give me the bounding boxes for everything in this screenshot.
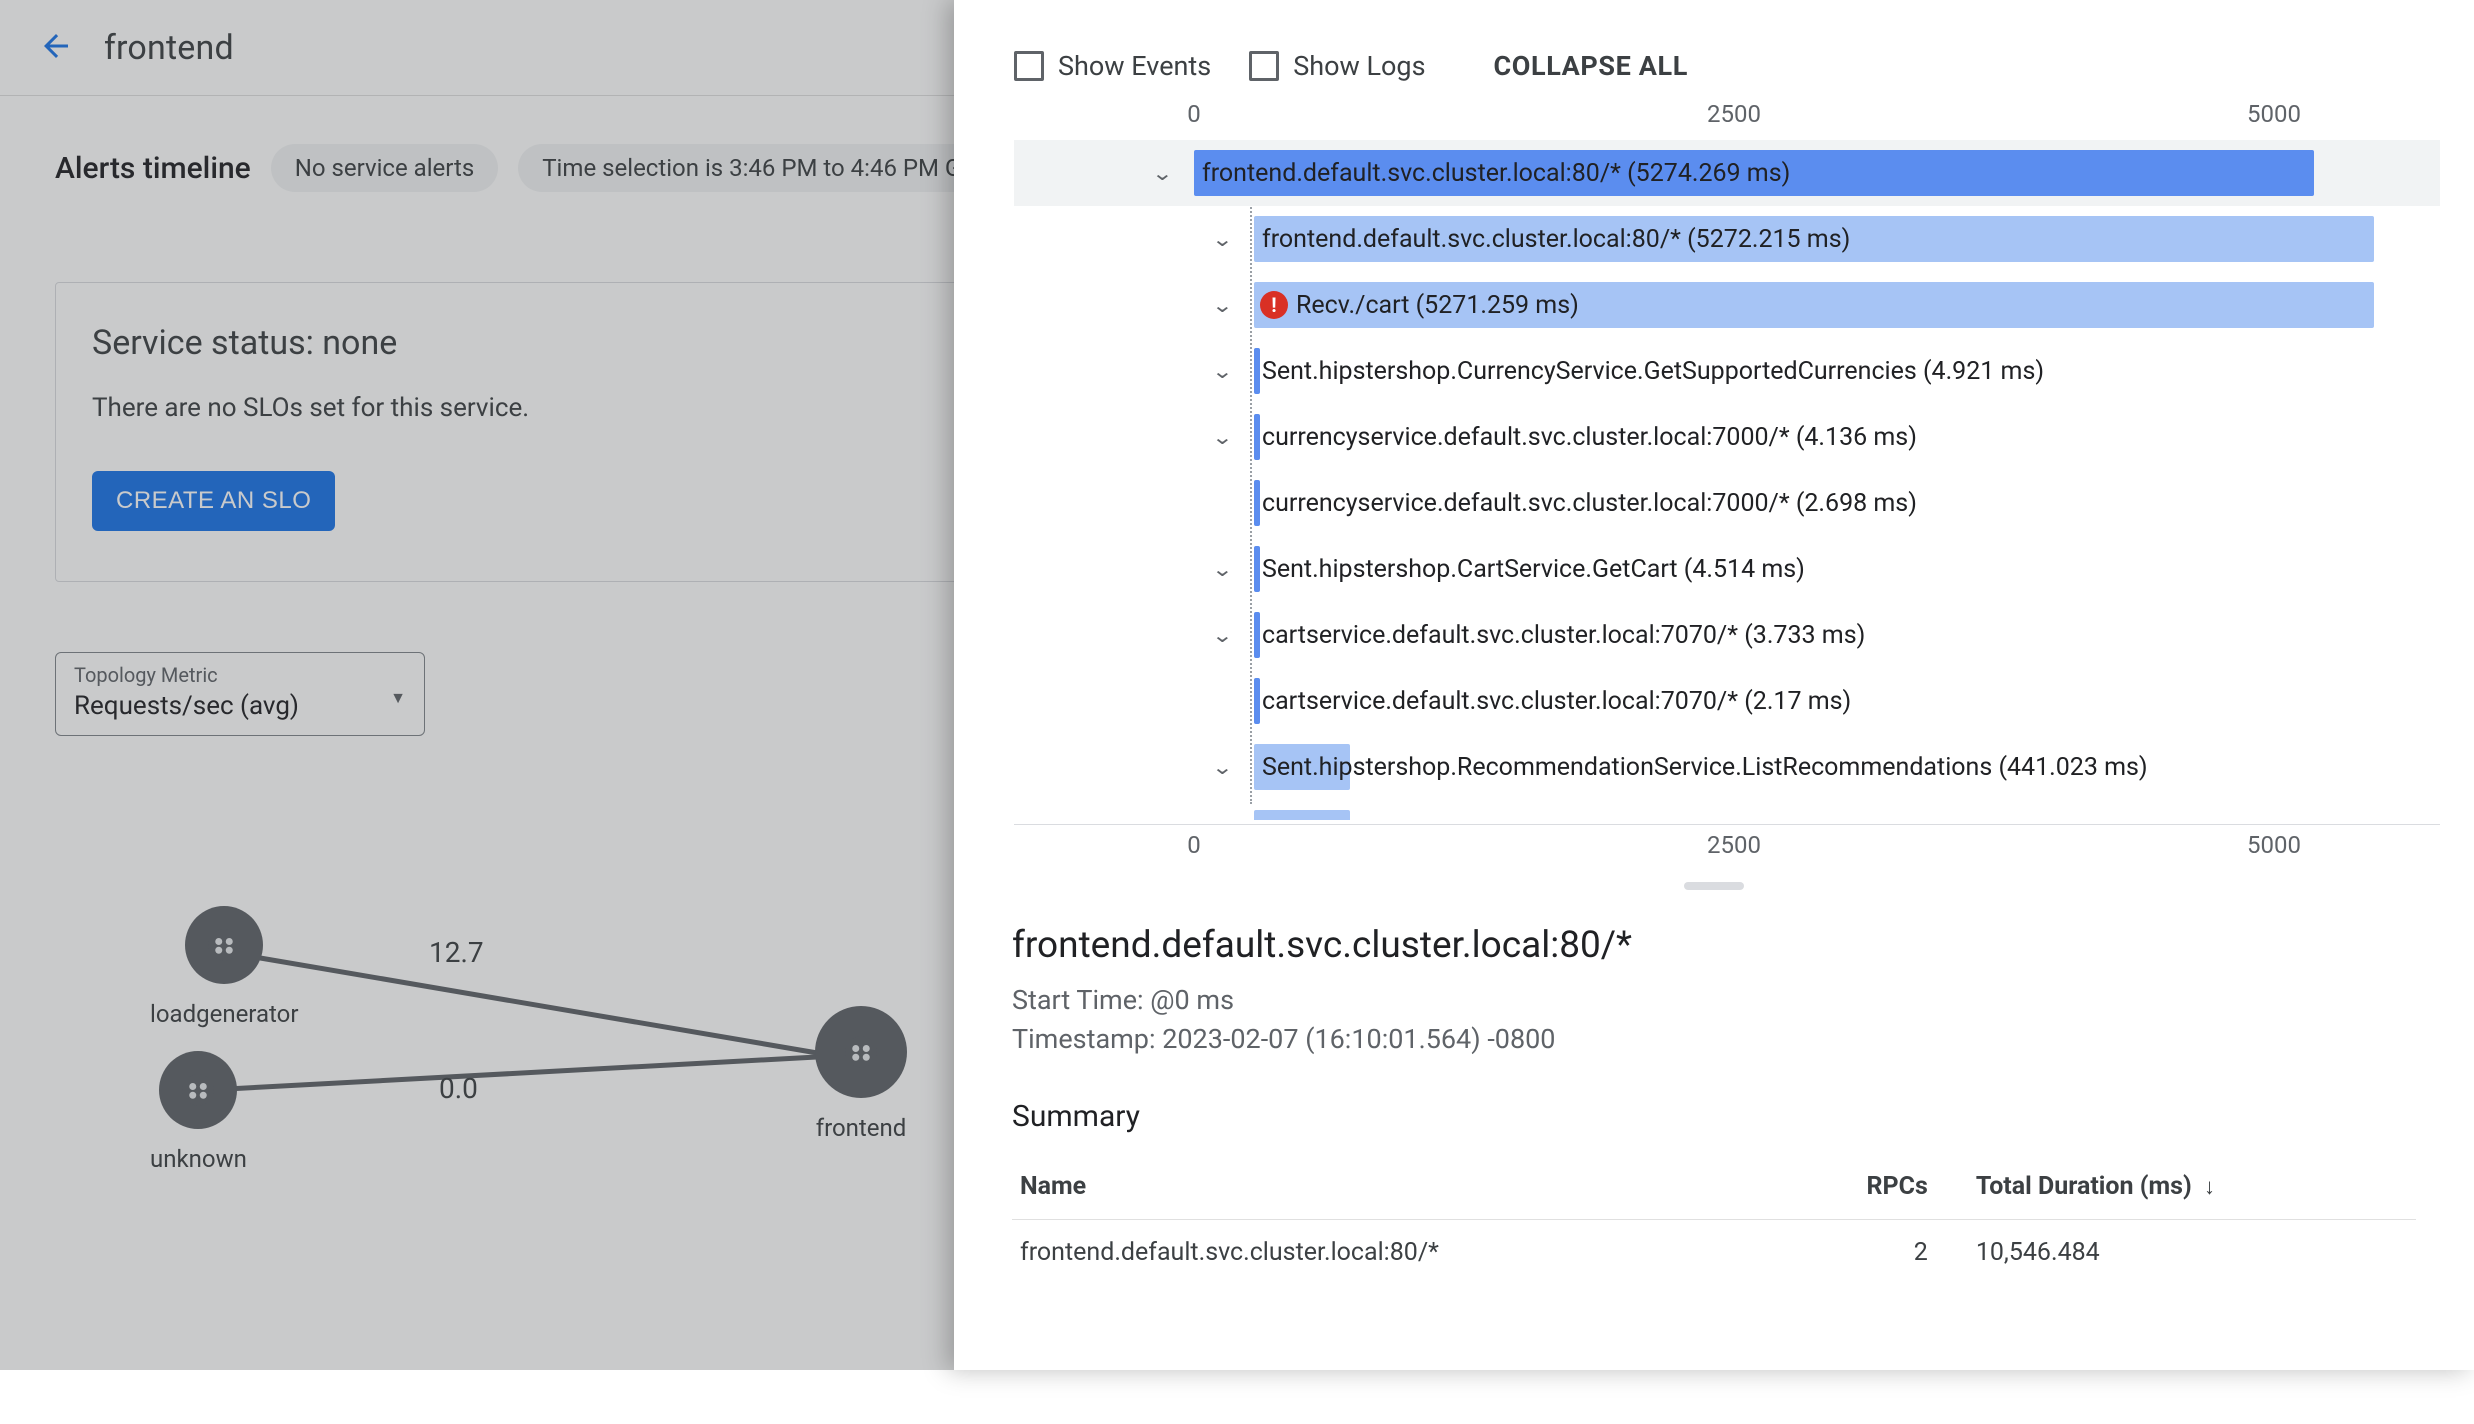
table-header-row: Name RPCs Total Duration (ms) ↓ <box>1012 1154 2416 1220</box>
show-events-checkbox[interactable]: Show Events <box>1014 50 1211 82</box>
waterfall-bottom-axis: 0 2500 5000 <box>1014 824 2440 858</box>
show-logs-label: Show Logs <box>1293 50 1425 82</box>
span-label: cartservice.default.svc.cluster.local:70… <box>1262 621 1865 650</box>
error-icon: ! <box>1260 291 1288 319</box>
span-label: frontend.default.svc.cluster.local:80/* … <box>1262 225 1850 254</box>
span-row[interactable]: ⌄ cartservice.default.svc.cluster.local:7… <box>1074 602 2440 668</box>
col-rpcs[interactable]: RPCs <box>1776 1154 1968 1220</box>
span-row[interactable]: ⌄ frontend.default.svc.cluster.local:80/*… <box>1074 206 2440 272</box>
waterfall-top-axis: 0 2500 5000 <box>1014 100 2440 134</box>
span-bar <box>1254 678 1260 724</box>
cell-rpcs: 2 <box>1776 1220 1968 1286</box>
span-bar <box>1254 546 1260 592</box>
span-row[interactable]: cartservice.default.svc.cluster.local:70… <box>1074 668 2440 734</box>
collapse-all-button[interactable]: COLLAPSE ALL <box>1494 50 1688 82</box>
trace-waterfall[interactable]: ⌄ frontend.default.svc.cluster.local:80/*… <box>1014 140 2440 820</box>
span-label: frontend.default.svc.cluster.local:80/* … <box>1202 159 1790 188</box>
span-start-time: Start Time: @0 ms <box>1012 981 2416 1020</box>
span-label: Sent.hipstershop.RecommendationService.L… <box>1262 753 2148 782</box>
chevron-down-icon[interactable]: ⌄ <box>1211 425 1233 449</box>
axis-tick: 0 <box>1187 100 1201 128</box>
show-logs-checkbox[interactable]: Show Logs <box>1249 50 1425 82</box>
show-events-label: Show Events <box>1058 50 1211 82</box>
chevron-down-icon[interactable]: ⌄ <box>1211 755 1233 779</box>
col-duration[interactable]: Total Duration (ms) ↓ <box>1968 1154 2416 1220</box>
resize-handle[interactable] <box>1684 882 1744 890</box>
span-label: Sent.hipstershop.CartService.GetCart (4.… <box>1262 555 1805 584</box>
panel-top: Show Events Show Logs COLLAPSE ALL 0 250… <box>954 0 2474 858</box>
axis-tick: 5000 <box>2247 831 2301 859</box>
axis-tick: 2500 <box>1707 831 1761 859</box>
span-label: currencyservice.default.svc.cluster.loca… <box>1262 489 1917 518</box>
chevron-down-icon[interactable]: ⌄ <box>1211 623 1233 647</box>
chevron-down-icon[interactable]: ⌄ <box>1211 293 1233 317</box>
axis-tick: 5000 <box>2247 100 2301 128</box>
span-row[interactable]: ⌄! Recv./cart (5271.259 ms) <box>1074 272 2440 338</box>
trace-panel: Show Events Show Logs COLLAPSE ALL 0 250… <box>954 0 2474 1370</box>
span-bar <box>1254 480 1260 526</box>
cell-name: frontend.default.svc.cluster.local:80/* <box>1012 1220 1776 1286</box>
axis-tick: 0 <box>1187 831 1201 859</box>
span-row[interactable]: ⌄ Sent.hipstershop.CartService.GetCart (4… <box>1074 536 2440 602</box>
summary-table: Name RPCs Total Duration (ms) ↓ frontend… <box>1012 1154 2416 1285</box>
panel-controls: Show Events Show Logs COLLAPSE ALL <box>1014 50 2440 82</box>
axis-tick: 2500 <box>1707 100 1761 128</box>
span-row[interactable]: currencyservice.default.svc.cluster.loca… <box>1074 470 2440 536</box>
span-label: cartservice.default.svc.cluster.local:70… <box>1262 687 1851 716</box>
span-title: frontend.default.svc.cluster.local:80/* <box>1012 924 2416 967</box>
span-meta: Start Time: @0 ms Timestamp: 2023-02-07 … <box>1012 981 2416 1059</box>
table-row[interactable]: frontend.default.svc.cluster.local:80/*2… <box>1012 1220 2416 1286</box>
chevron-down-icon[interactable]: ⌄ <box>1211 227 1233 251</box>
span-row[interactable]: ⌄recommendationservice.default.svc.clust… <box>1074 800 2440 820</box>
col-duration-label: Total Duration (ms) <box>1976 1172 2192 1201</box>
arrow-down-icon: ↓ <box>2204 1175 2215 1200</box>
chevron-down-icon[interactable]: ⌄ <box>1211 359 1233 383</box>
span-row[interactable]: ⌄ Sent.hipstershop.CurrencyService.GetSup… <box>1074 338 2440 404</box>
span-bar <box>1254 348 1260 394</box>
checkbox-icon <box>1014 51 1044 81</box>
checkbox-icon <box>1249 51 1279 81</box>
span-row[interactable]: ⌄ frontend.default.svc.cluster.local:80/*… <box>1014 140 2440 206</box>
span-row[interactable]: ⌄ Sent.hipstershop.RecommendationService.… <box>1074 734 2440 800</box>
span-label: currencyservice.default.svc.cluster.loca… <box>1262 423 1917 452</box>
span-details: frontend.default.svc.cluster.local:80/* … <box>954 914 2474 1370</box>
span-row[interactable]: ⌄ currencyservice.default.svc.cluster.loc… <box>1074 404 2440 470</box>
summary-heading: Summary <box>1012 1099 2416 1134</box>
span-timestamp: Timestamp: 2023-02-07 (16:10:01.564) -08… <box>1012 1020 2416 1059</box>
chevron-down-icon[interactable]: ⌄ <box>1211 557 1233 581</box>
span-label: recommendationservice.default.svc.cluste… <box>1262 819 2039 821</box>
chevron-down-icon[interactable]: ⌄ <box>1151 161 1173 185</box>
span-bar <box>1254 612 1260 658</box>
span-bar <box>1254 414 1260 460</box>
span-label: Recv./cart (5271.259 ms) <box>1296 291 1579 320</box>
col-name[interactable]: Name <box>1012 1154 1776 1220</box>
cell-duration: 10,546.484 <box>1968 1220 2416 1286</box>
span-label: Sent.hipstershop.CurrencyService.GetSupp… <box>1262 357 2044 386</box>
